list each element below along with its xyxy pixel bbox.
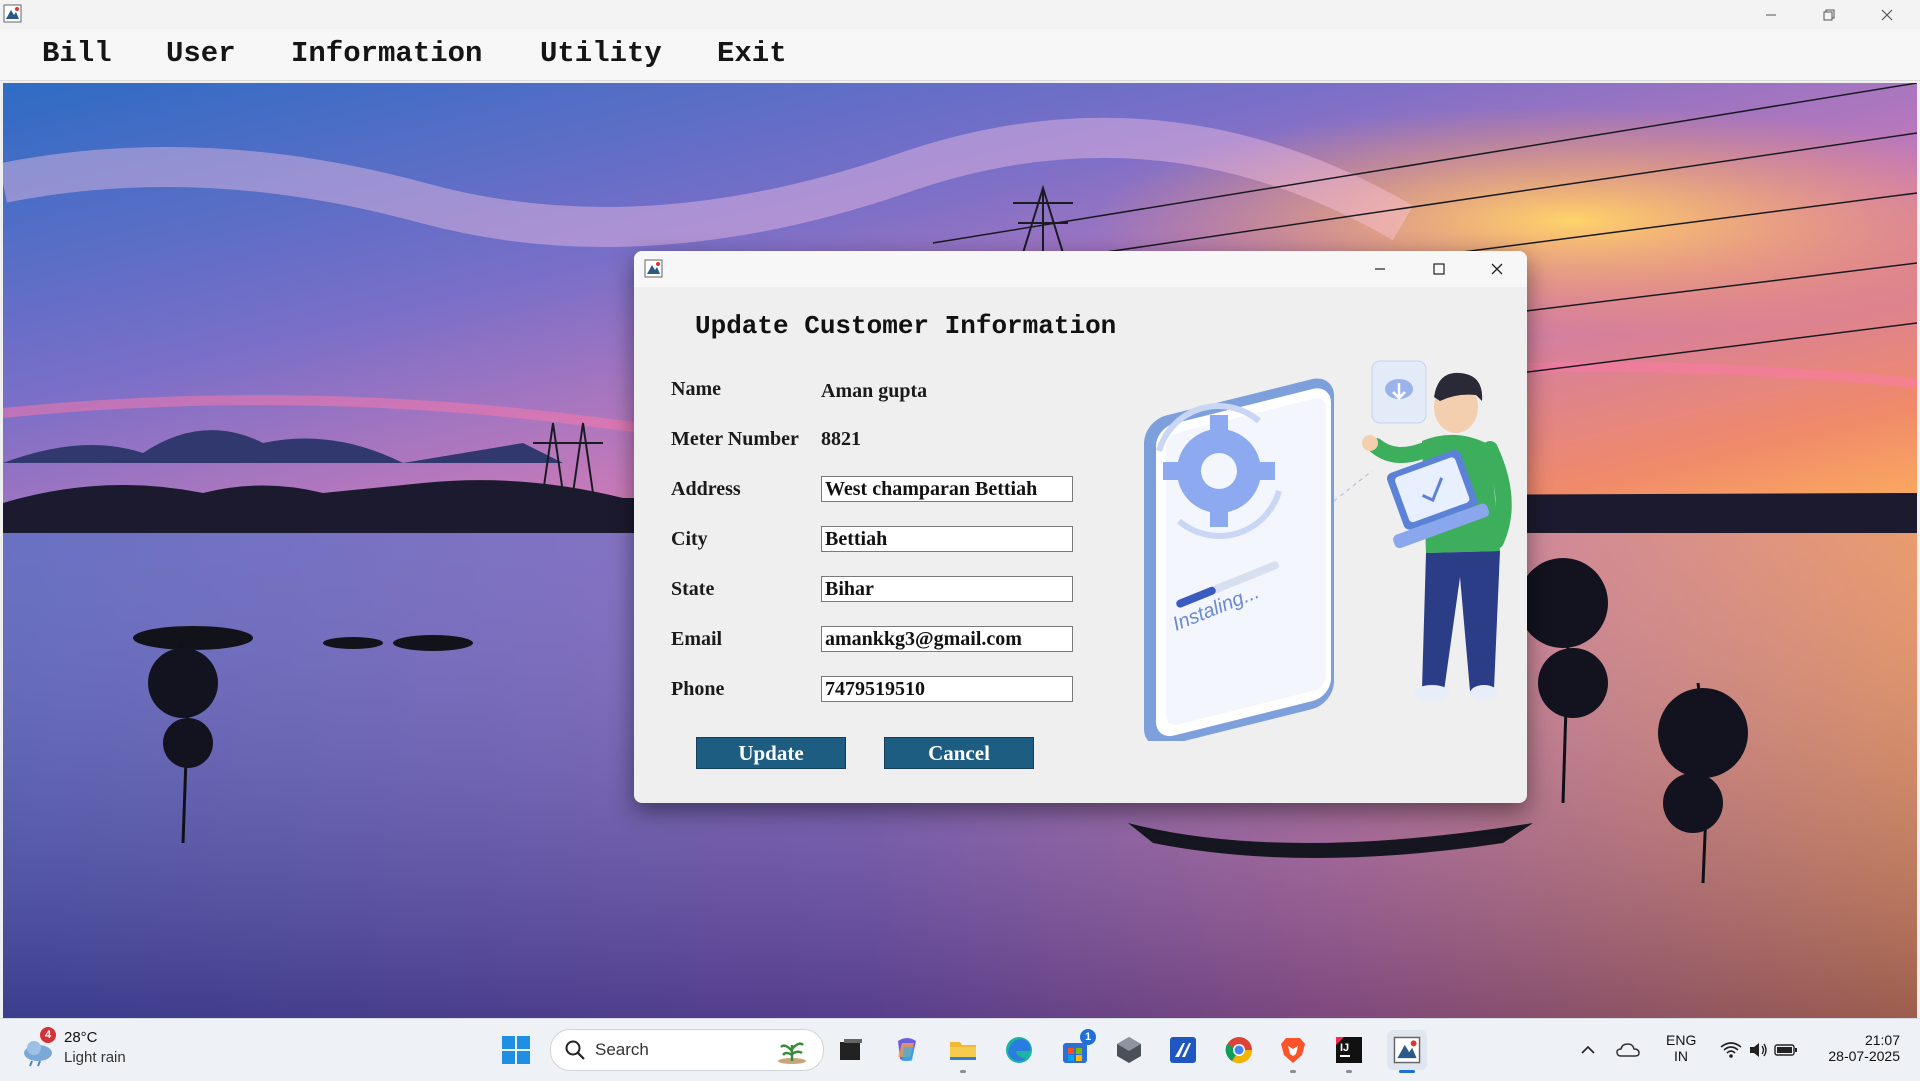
taskbar-search[interactable]: Search — [550, 1029, 824, 1071]
name-value: Aman gupta — [821, 380, 928, 402]
copilot-button[interactable] — [890, 1033, 924, 1067]
dialog-minimize-button[interactable] — [1351, 251, 1409, 287]
show-hidden-icons-button[interactable] — [1576, 1033, 1600, 1067]
java-app-icon — [3, 4, 22, 23]
address-label: Address — [671, 478, 741, 500]
edge-button[interactable] — [1002, 1033, 1036, 1067]
onedrive-cloud-icon — [1616, 1043, 1640, 1057]
meter-number-value: 8821 — [821, 428, 861, 450]
chrome-icon — [1225, 1037, 1253, 1064]
file-explorer-button[interactable] — [946, 1033, 980, 1073]
main-window-titlebar — [0, 0, 1920, 29]
copilot-icon — [898, 1038, 916, 1061]
windows-start-icon — [502, 1036, 530, 1064]
hexagon-app-icon — [1117, 1037, 1141, 1063]
update-customer-dialog: Update Customer Information Name Aman gu… — [634, 251, 1527, 803]
dialog-titlebar — [634, 251, 1527, 287]
weather-temp: 28°C — [64, 1029, 98, 1046]
menu-utility[interactable]: Utility — [540, 37, 662, 70]
minimize-button[interactable] — [1742, 0, 1800, 29]
svg-text:IJ: IJ — [1340, 1042, 1349, 1054]
restore-button[interactable] — [1800, 0, 1858, 29]
city-label: City — [671, 528, 708, 550]
task-view-icon — [840, 1039, 862, 1060]
intellij-icon: IJ — [1336, 1037, 1362, 1063]
search-highlight-icon — [778, 1042, 806, 1064]
cancel-button[interactable]: Cancel — [884, 737, 1034, 769]
store-button[interactable]: 1 — [1058, 1029, 1096, 1067]
state-input[interactable] — [821, 576, 1073, 602]
onedrive-button[interactable] — [1614, 1033, 1642, 1067]
phone-input[interactable] — [821, 676, 1073, 702]
update-button[interactable]: Update — [696, 737, 846, 769]
dialog-heading: Update Customer Information — [695, 311, 1117, 341]
java-app-icon — [1393, 1036, 1421, 1064]
menu-information[interactable]: Information — [291, 37, 482, 70]
state-label: State — [671, 578, 715, 600]
language-region: IN — [1674, 1048, 1688, 1064]
battery-icon — [1774, 1044, 1797, 1056]
edge-icon — [1006, 1037, 1032, 1063]
visual-studio-button[interactable] — [1166, 1033, 1200, 1067]
city-input[interactable] — [821, 526, 1073, 552]
installing-illustration: Instaling... — [1144, 360, 1512, 741]
phone-label: Phone — [671, 678, 725, 700]
maximize-icon — [1433, 263, 1445, 275]
active-indicator — [1399, 1070, 1415, 1073]
task-view-button[interactable] — [834, 1033, 868, 1067]
close-button[interactable] — [1858, 0, 1916, 29]
email-input[interactable] — [821, 626, 1073, 652]
weather-condition: Light rain — [64, 1049, 126, 1066]
menu-user[interactable]: User — [166, 37, 236, 70]
clock-time: 21:07 — [1864, 1032, 1900, 1048]
search-placeholder: Search — [595, 1040, 649, 1059]
running-indicator — [1290, 1070, 1296, 1073]
close-icon — [1491, 263, 1503, 275]
wifi-icon — [1720, 1042, 1742, 1058]
email-label: Email — [671, 628, 723, 650]
visual-studio-icon — [1170, 1037, 1196, 1063]
store-badge: 1 — [1080, 1029, 1096, 1045]
running-indicator — [960, 1070, 966, 1073]
start-button[interactable] — [499, 1033, 533, 1067]
java-app-button[interactable] — [1387, 1030, 1427, 1073]
language-code: ENG — [1666, 1032, 1697, 1048]
restore-icon — [1823, 9, 1835, 20]
chevron-up-icon — [1581, 1045, 1595, 1054]
taskbar: 4 28°C Light rain Search 1 IJ ENG IN 21:… — [0, 1018, 1920, 1081]
menu-exit[interactable]: Exit — [717, 37, 787, 70]
brave-button[interactable] — [1276, 1033, 1310, 1073]
name-label: Name — [671, 378, 721, 400]
volume-icon — [1750, 1043, 1767, 1057]
menu-bill[interactable]: Bill — [42, 37, 112, 70]
language-indicator[interactable]: ENG IN — [1666, 1032, 1696, 1064]
minimize-icon — [1766, 14, 1776, 15]
search-icon — [565, 1040, 585, 1060]
chrome-button[interactable] — [1222, 1033, 1256, 1067]
minimize-icon — [1375, 268, 1385, 270]
address-input[interactable] — [821, 476, 1073, 502]
meter-number-label: Meter Number — [671, 428, 799, 450]
menu-bar: Bill User Information Utility Exit — [0, 29, 1920, 81]
brave-icon — [1281, 1038, 1305, 1063]
weather-badge: 4 — [40, 1027, 56, 1043]
java-app-icon — [644, 259, 663, 278]
clock-date: 28-07-2025 — [1828, 1048, 1900, 1064]
quick-settings-button[interactable] — [1714, 1033, 1804, 1067]
running-indicator — [1346, 1070, 1352, 1073]
clock[interactable]: 21:07 28-07-2025 — [1816, 1032, 1900, 1064]
close-icon — [1881, 9, 1893, 20]
app-button[interactable] — [1112, 1033, 1146, 1067]
dialog-close-button[interactable] — [1468, 251, 1526, 287]
intellij-button[interactable]: IJ — [1332, 1033, 1366, 1073]
dialog-maximize-button[interactable] — [1410, 251, 1468, 287]
file-explorer-icon — [950, 1042, 976, 1060]
